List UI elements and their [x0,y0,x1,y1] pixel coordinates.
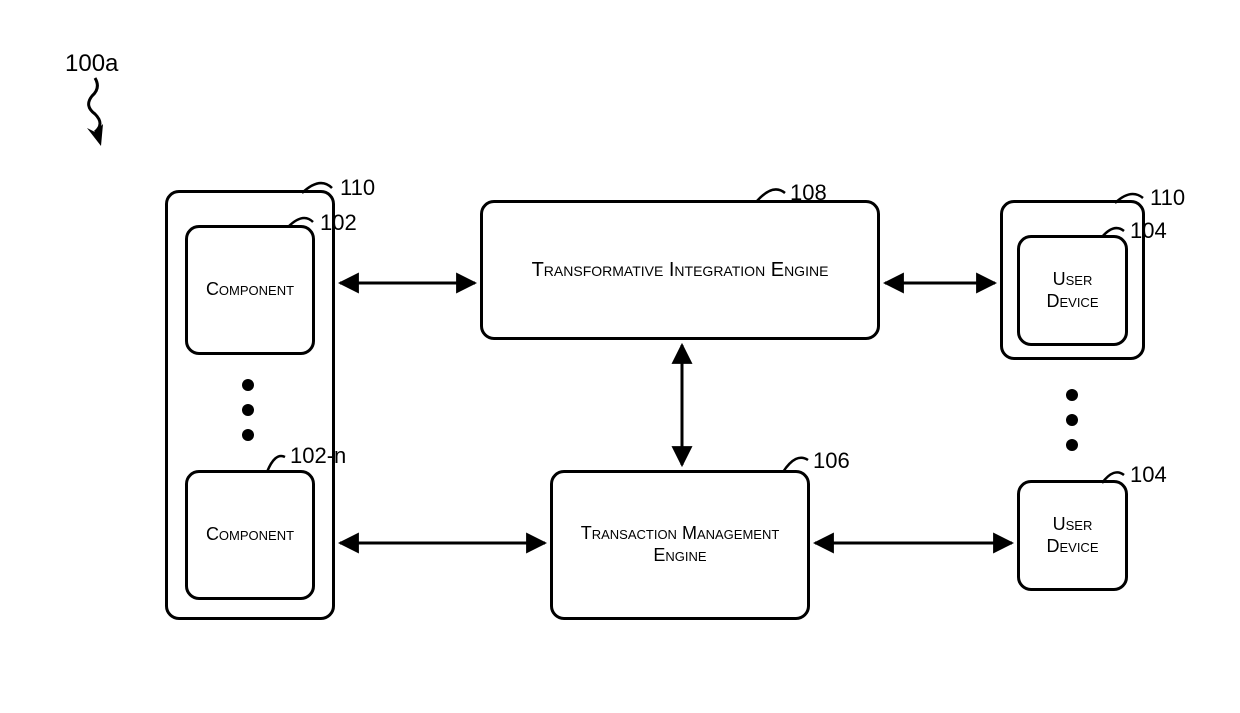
component-top: Component [185,225,315,355]
component-top-label: Component [200,273,300,307]
tie-label: Transformative Integration Engine [526,252,835,288]
wavy-arrow-icon [87,78,103,146]
user-device-bottom-label: User Device [1020,508,1125,563]
ref-ud-bottom: 104 [1130,462,1167,488]
ref-tme: 106 [813,448,850,474]
ref-component-bottom: 102-n [290,443,346,469]
ref-left-container: 110 [340,175,375,201]
ellipsis-right-icon [1066,389,1078,451]
tme-label: Transaction Management Engine [553,517,807,572]
tie-box: Transformative Integration Engine [480,200,880,340]
ref-ud-top-inner: 104 [1130,218,1167,244]
user-device-top-inner: User Device [1017,235,1128,346]
ref-tie: 108 [790,180,827,206]
figure-id: 100a [65,50,118,78]
tme-box: Transaction Management Engine [550,470,810,620]
user-device-bottom: User Device [1017,480,1128,591]
component-bottom: Component [185,470,315,600]
component-bottom-label: Component [200,518,300,552]
ref-component-top: 102 [320,210,357,236]
user-device-top-label: User Device [1020,263,1125,318]
diagram-stage: 100a Component Component Transformative … [0,0,1240,713]
ref-ud-top-outer: 110 [1150,185,1185,211]
